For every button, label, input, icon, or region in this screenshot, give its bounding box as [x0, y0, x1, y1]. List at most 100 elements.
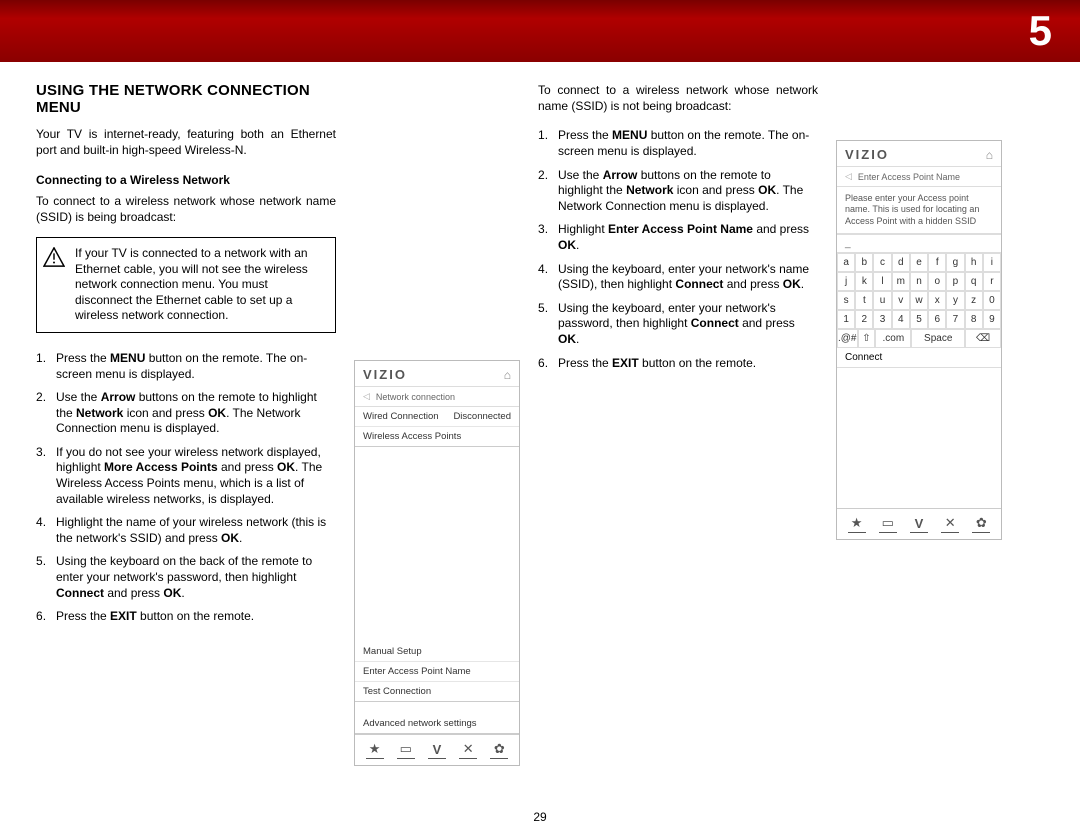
enter-ap-menu: VIZIO ⌂ ◁ Enter Access Point Name Please… — [836, 140, 1002, 540]
left-step-1: Press the MENU button on the remote. The… — [36, 351, 336, 382]
ssid-input-underscore: _ — [837, 234, 1001, 253]
advanced-settings-row: Advanced network settings — [355, 714, 519, 734]
key-s: s — [837, 291, 855, 310]
key-x: x — [928, 291, 946, 310]
network-connection-menu: VIZIO ⌂ ◁ Network connection Wired Conne… — [354, 360, 520, 766]
v-icon: V — [910, 515, 928, 533]
lead-paragraph: To connect to a wireless network whose n… — [36, 193, 336, 225]
key-f: f — [928, 253, 946, 272]
right-step-5: Using the keyboard, enter your network's… — [538, 301, 818, 348]
key-symbols: .@# — [837, 329, 858, 348]
key-h: h — [965, 253, 983, 272]
close-icon: ✕ — [941, 515, 959, 533]
key-8: 8 — [965, 310, 983, 329]
key-j: j — [837, 272, 855, 291]
key-shift: ⇧ — [858, 329, 876, 348]
breadcrumb-label: Network connection — [376, 392, 455, 402]
left-step-2: Use the Arrow buttons on the remote to h… — [36, 390, 336, 437]
wireless-ap-row: Wireless Access Points — [355, 427, 519, 447]
key-z: z — [965, 291, 983, 310]
enter-ap-row: Enter Access Point Name — [355, 662, 519, 682]
ap-help-text: Please enter your Access point name. Thi… — [837, 187, 1001, 234]
key-q: q — [965, 272, 983, 291]
key-y: y — [946, 291, 964, 310]
key-w: w — [910, 291, 928, 310]
page-number: 29 — [0, 810, 1080, 824]
home-icon: ⌂ — [504, 368, 511, 382]
widescreen-icon: ▭ — [397, 741, 415, 759]
v-icon: V — [428, 741, 446, 759]
key-m: m — [892, 272, 910, 291]
right-step-1: Press the MENU button on the remote. The… — [538, 128, 818, 159]
key-7: 7 — [946, 310, 964, 329]
star-icon: ★ — [848, 515, 866, 533]
intro-text: Your TV is internet-ready, featuring bot… — [36, 126, 336, 158]
left-step-6: Press the EXIT button on the remote. — [36, 609, 336, 625]
right-step-4: Using the keyboard, enter your network's… — [538, 262, 818, 293]
key-2: 2 — [855, 310, 873, 329]
left-step-3: If you do not see your wireless network … — [36, 445, 336, 507]
key-d: d — [892, 253, 910, 272]
chapter-number: 5 — [1029, 7, 1052, 54]
key-6: 6 — [928, 310, 946, 329]
widescreen-icon: ▭ — [879, 515, 897, 533]
warning-icon — [43, 247, 65, 267]
mid-column: VIZIO ⌂ ◁ Network connection Wired Conne… — [354, 82, 520, 766]
manual-setup-row: Manual Setup — [355, 642, 519, 662]
key-c: c — [873, 253, 891, 272]
key-space: Space — [911, 329, 965, 348]
bottom-icon-bar: ★ ▭ V ✕ ✿ — [837, 508, 1001, 539]
key-k: k — [855, 272, 873, 291]
left-step-5: Using the keyboard on the back of the re… — [36, 554, 336, 601]
chapter-banner: 5 — [0, 0, 1080, 62]
test-connection-row: Test Connection — [355, 682, 519, 702]
right-step-2: Use the Arrow buttons on the remote to h… — [538, 168, 818, 215]
right-step-3: Highlight Enter Access Point Name and pr… — [538, 222, 818, 253]
vizio-logo: VIZIO — [845, 147, 889, 162]
connect-row: Connect — [837, 348, 1001, 368]
gear-icon: ✿ — [972, 515, 990, 533]
keyboard-column: VIZIO ⌂ ◁ Enter Access Point Name Please… — [836, 82, 1022, 766]
key-b: b — [855, 253, 873, 272]
subheading: Connecting to a Wireless Network — [36, 172, 336, 188]
key-g: g — [946, 253, 964, 272]
left-steps: Press the MENU button on the remote. The… — [36, 351, 336, 633]
right-steps: Press the MENU button on the remote. The… — [538, 128, 818, 379]
breadcrumb-label: Enter Access Point Name — [858, 172, 960, 182]
keyboard-bottom-row: .@# ⇧ .com Space ⌫ — [837, 329, 1001, 348]
key-t: t — [855, 291, 873, 310]
key-v: v — [892, 291, 910, 310]
gear-icon: ✿ — [490, 741, 508, 759]
key-1: 1 — [837, 310, 855, 329]
key-3: 3 — [873, 310, 891, 329]
menu-breadcrumb: ◁ Network connection — [355, 386, 519, 407]
key-dotcom: .com — [875, 329, 911, 348]
wired-connection-row: Wired Connection Disconnected — [355, 407, 519, 427]
warning-box: If your TV is connected to a network wit… — [36, 237, 336, 333]
back-icon: ◁ — [845, 171, 852, 182]
right-step-6: Press the EXIT button on the remote. — [538, 356, 818, 372]
left-column: USING THE NETWORK CONNECTION MENU Your T… — [36, 82, 336, 766]
menu-breadcrumb: ◁ Enter Access Point Name — [837, 166, 1001, 187]
key-backspace: ⌫ — [965, 329, 1001, 348]
section-title: USING THE NETWORK CONNECTION MENU — [36, 82, 336, 116]
onscreen-keyboard: abcdefghijklmnopqrstuvwxyz0123456789 — [837, 253, 1001, 329]
left-step-4: Highlight the name of your wireless netw… — [36, 515, 336, 546]
warning-text: If your TV is connected to a network wit… — [75, 246, 325, 324]
key-a: a — [837, 253, 855, 272]
close-icon: ✕ — [459, 741, 477, 759]
bottom-icon-bar: ★ ▭ V ✕ ✿ — [355, 734, 519, 765]
key-9: 9 — [983, 310, 1001, 329]
right-column: To connect to a wireless network whose n… — [538, 82, 818, 766]
key-u: u — [873, 291, 891, 310]
right-lead: To connect to a wireless network whose n… — [538, 82, 818, 114]
home-icon: ⌂ — [986, 148, 993, 162]
key-0: 0 — [983, 291, 1001, 310]
key-i: i — [983, 253, 1001, 272]
key-r: r — [983, 272, 1001, 291]
key-4: 4 — [892, 310, 910, 329]
page-body: USING THE NETWORK CONNECTION MENU Your T… — [0, 62, 1080, 776]
vizio-logo: VIZIO — [363, 367, 407, 382]
key-5: 5 — [910, 310, 928, 329]
key-e: e — [910, 253, 928, 272]
